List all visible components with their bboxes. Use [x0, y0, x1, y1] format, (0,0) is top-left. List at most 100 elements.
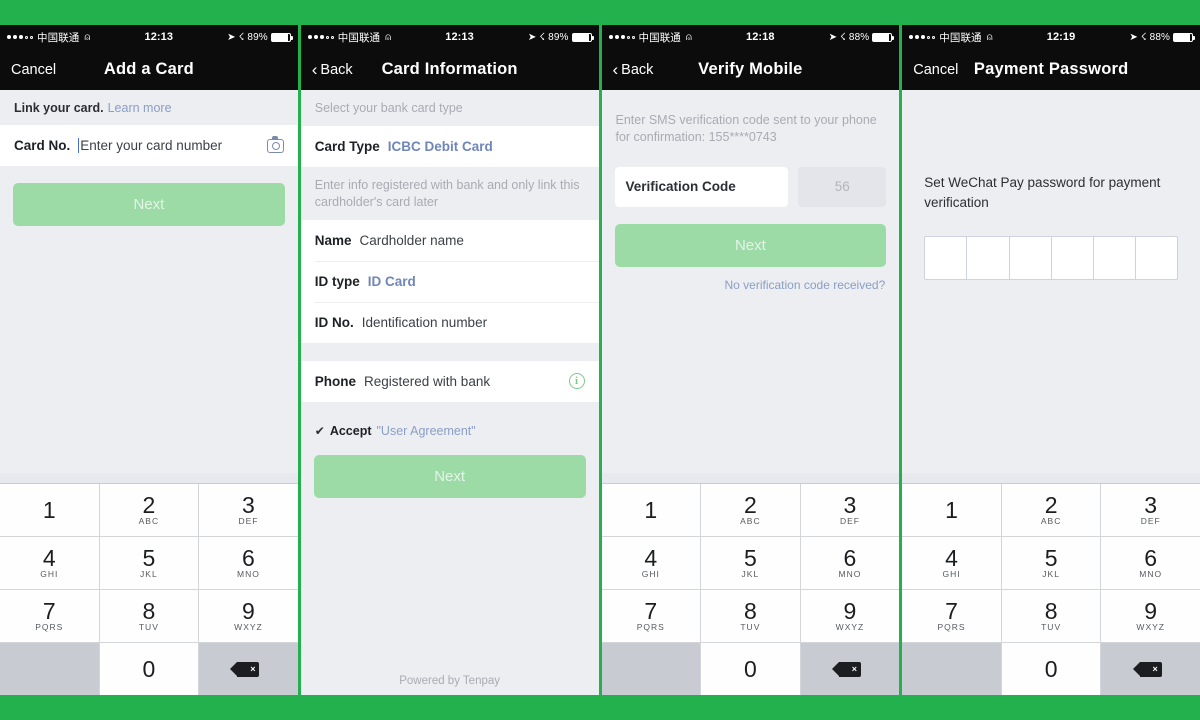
select-card-type-hint: Select your bank card type: [300, 90, 599, 126]
name-input[interactable]: Cardholder name: [360, 233, 464, 248]
id-type-value[interactable]: ID Card: [368, 274, 416, 289]
key-0[interactable]: 0: [99, 643, 199, 695]
back-button[interactable]: ‹ Back: [613, 61, 654, 78]
key-6[interactable]: 6 MNO: [199, 537, 298, 589]
panel-add-a-card: 中国联通 ⍝ 12:13 ➤ ☇ 89% Cancel Add a Card L…: [0, 25, 298, 695]
key-letters: TUV: [740, 622, 761, 633]
accept-label: Accept: [329, 423, 372, 438]
password-box-3[interactable]: [1010, 237, 1052, 280]
camera-icon[interactable]: [266, 135, 284, 153]
phone-row[interactable]: Phone Registered with bank i: [300, 360, 599, 402]
numeric-keypad[interactable]: 1 2 ABC 3 DEF 4 GHI 5 JKL 6 MNO 7 PQRS 8 TUV 9W…: [601, 483, 900, 695]
id-number-label: ID No.: [314, 314, 354, 330]
key-9[interactable]: 9 WXYZ: [1101, 590, 1200, 642]
key-8[interactable]: 8 TUV: [99, 590, 199, 642]
key-9[interactable]: 9 WXYZ: [800, 590, 900, 642]
key-digit: 4: [644, 545, 658, 572]
key-digit: 5: [142, 545, 156, 572]
key-1[interactable]: 1: [0, 484, 99, 536]
key-4[interactable]: 4 GHI: [0, 537, 99, 589]
location-arrow-icon: ➤: [828, 31, 838, 43]
card-type-row[interactable]: Card Type ICBC Debit Card: [300, 125, 599, 167]
id-type-row[interactable]: ID type ID Card: [300, 260, 599, 302]
key-delete[interactable]: ×: [199, 643, 298, 695]
key-6[interactable]: 6 MNO: [800, 537, 900, 589]
key-9[interactable]: 9 WXYZ: [199, 590, 298, 642]
key-7[interactable]: 7 PQRS: [0, 590, 99, 642]
no-code-received-link[interactable]: No verification code received?: [602, 267, 900, 292]
phone-input[interactable]: Registered with bank: [364, 374, 490, 389]
cancel-button[interactable]: Cancel: [913, 62, 958, 78]
card-number-row[interactable]: Card No. Enter your card number: [0, 125, 298, 166]
password-box-4[interactable]: [1052, 237, 1094, 280]
learn-more-link[interactable]: Learn more: [108, 101, 172, 115]
key-1[interactable]: 1: [601, 484, 701, 536]
key-blank: [601, 643, 701, 695]
key-letters: TUV: [138, 622, 159, 633]
key-6[interactable]: 6 MNO: [1101, 537, 1200, 589]
verification-code-placeholder: Verification Code: [625, 179, 736, 195]
status-left: 中国联通 ⍝: [608, 30, 693, 45]
password-box-1[interactable]: [925, 237, 968, 280]
key-2[interactable]: 2 ABC: [99, 484, 199, 536]
key-3[interactable]: 3 DEF: [800, 484, 900, 536]
key-1[interactable]: 1: [902, 484, 1001, 536]
key-digit: 7: [42, 598, 56, 625]
next-button[interactable]: Next: [614, 223, 887, 267]
key-7[interactable]: 7 PQRS: [601, 590, 701, 642]
key-0[interactable]: 0: [1001, 643, 1101, 695]
numeric-keypad[interactable]: 1 2 ABC 3 DEF 4 GHI 5 JKL 6 MNO 7 PQRS 8 TUV 9W…: [902, 483, 1200, 695]
password-boxes[interactable]: [924, 236, 1178, 281]
key-delete[interactable]: ×: [800, 643, 900, 695]
key-0[interactable]: 0: [701, 643, 800, 695]
battery-icon: [1173, 32, 1195, 42]
nav-bar: Cancel Payment Password: [902, 49, 1200, 90]
user-agreement-row[interactable]: ✔ Accept "User Agreement": [301, 414, 599, 438]
key-2[interactable]: 2 ABC: [701, 484, 800, 536]
next-button[interactable]: Next: [13, 183, 285, 226]
numeric-keypad[interactable]: 1 2 ABC 3 DEF 4 GHI 5 JKL 6 MNO 7 PQRS 8 TUV 9W…: [0, 483, 298, 695]
back-button[interactable]: ‹ Back: [312, 61, 353, 78]
key-8[interactable]: 8 TUV: [1001, 590, 1101, 642]
key-4[interactable]: 4 GHI: [902, 537, 1001, 589]
key-digit: 2: [743, 492, 757, 519]
verification-code-input[interactable]: Verification Code: [614, 166, 789, 207]
password-box-2[interactable]: [967, 237, 1010, 280]
key-letters: JKL: [741, 569, 760, 580]
key-delete[interactable]: ×: [1101, 643, 1200, 695]
key-letters: WXYZ: [835, 622, 865, 633]
password-box-5[interactable]: [1094, 237, 1136, 280]
id-number-row[interactable]: ID No. Identification number: [300, 301, 599, 343]
link-card-hint-text: Link your card.: [14, 101, 104, 115]
key-4[interactable]: 4 GHI: [601, 537, 701, 589]
key-5[interactable]: 5 JKL: [99, 537, 199, 589]
card-number-input[interactable]: Enter your card number: [80, 138, 222, 153]
key-digit: 3: [843, 492, 857, 519]
status-bar: 中国联通 ⍝ 12:18 ➤ ☇ 88%: [601, 25, 900, 49]
key-5[interactable]: 5 JKL: [701, 537, 800, 589]
key-digit: 8: [1044, 598, 1058, 625]
resend-timer-button[interactable]: 56: [798, 166, 887, 207]
info-circle-icon[interactable]: i: [568, 373, 585, 390]
next-button[interactable]: Next: [313, 454, 586, 498]
key-2[interactable]: 2 ABC: [1001, 484, 1101, 536]
key-letters: DEF: [238, 516, 259, 527]
checkbox-checked-icon[interactable]: ✔: [315, 425, 325, 437]
key-digit: 8: [743, 598, 757, 625]
name-row[interactable]: Name Cardholder name: [300, 219, 599, 261]
password-box-6[interactable]: [1136, 237, 1177, 279]
battery-percent: 89%: [548, 31, 569, 43]
key-3[interactable]: 3 DEF: [199, 484, 298, 536]
sms-hint: Enter SMS verification code sent to your…: [601, 102, 900, 155]
status-left: 中国联通 ⍝: [909, 30, 993, 45]
chevron-left-icon: ‹: [311, 60, 318, 79]
user-agreement-link[interactable]: "User Agreement": [377, 424, 476, 438]
key-5[interactable]: 5 JKL: [1001, 537, 1101, 589]
key-7[interactable]: 7 PQRS: [902, 590, 1001, 642]
key-8[interactable]: 8 TUV: [701, 590, 800, 642]
cancel-button[interactable]: Cancel: [11, 62, 56, 78]
key-digit: 6: [843, 545, 857, 572]
key-3[interactable]: 3 DEF: [1101, 484, 1200, 536]
id-number-input[interactable]: Identification number: [362, 315, 487, 330]
key-digit: 8: [142, 598, 156, 625]
